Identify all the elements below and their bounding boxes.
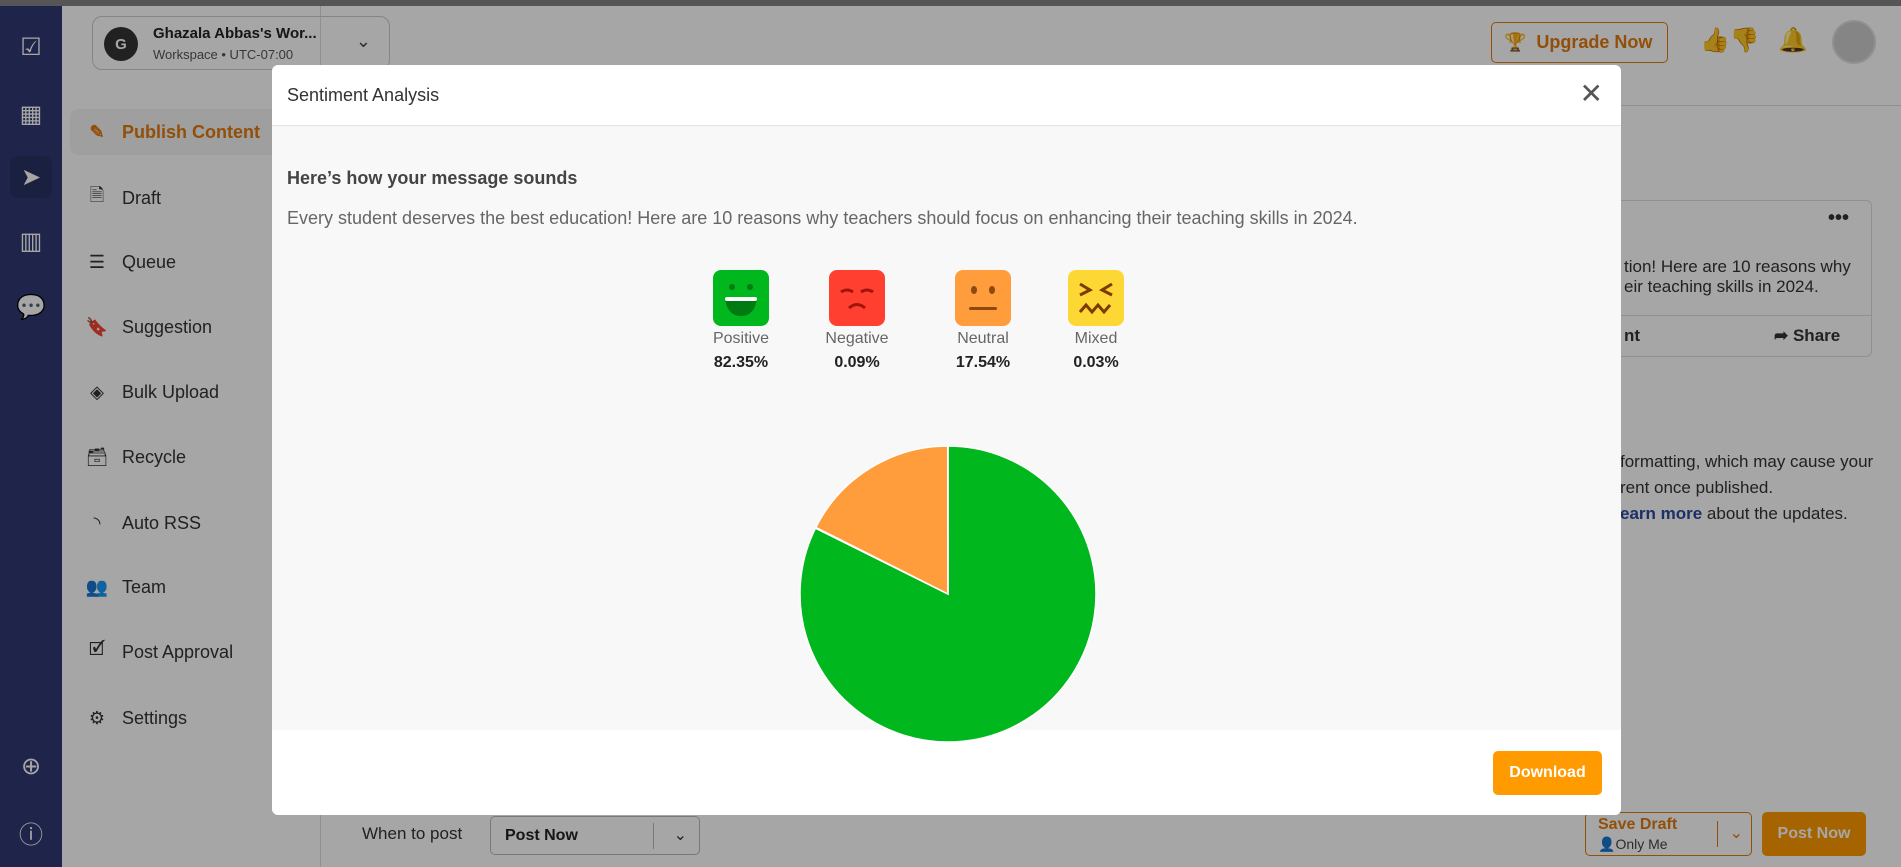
negative-face-icon bbox=[829, 270, 885, 326]
legend-value: 0.09% bbox=[834, 354, 880, 371]
sentiment-legend-positive: Positive 82.35% bbox=[681, 270, 801, 372]
legend-label: Positive bbox=[712, 330, 770, 347]
legend-value: 0.03% bbox=[1073, 354, 1119, 371]
sentiment-legend-mixed: Mixed 0.03% bbox=[1036, 270, 1156, 372]
sentiment-pie-chart bbox=[799, 445, 1097, 743]
close-icon[interactable]: ✕ bbox=[1580, 77, 1603, 110]
sentiment-legend-negative: Negative 0.09% bbox=[797, 270, 917, 372]
legend-label: Negative bbox=[825, 330, 889, 347]
sentiment-legend-neutral: Neutral 17.54% bbox=[923, 270, 1043, 372]
analyzed-message: Every student deserves the best educatio… bbox=[287, 208, 1358, 228]
legend-value: 17.54% bbox=[955, 354, 1011, 371]
positive-face-icon bbox=[713, 270, 769, 326]
mixed-face-icon bbox=[1068, 270, 1124, 326]
modal-title: Sentiment Analysis bbox=[287, 85, 440, 105]
sentiment-analysis-modal: Sentiment Analysis ✕ Here’s how your mes… bbox=[272, 65, 1621, 815]
modal-heading: Here’s how your message sounds bbox=[287, 168, 578, 188]
legend-label: Mixed bbox=[1074, 330, 1118, 347]
neutral-face-icon bbox=[955, 270, 1011, 326]
legend-value: 82.35% bbox=[713, 354, 769, 371]
download-button[interactable]: Download bbox=[1493, 751, 1602, 795]
legend-label: Neutral bbox=[957, 330, 1009, 347]
